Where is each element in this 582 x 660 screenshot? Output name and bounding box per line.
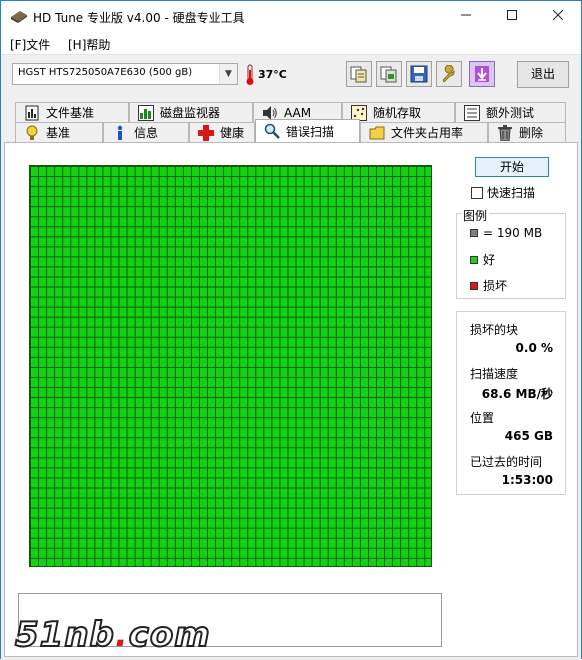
drive-select[interactable]: HGST HTS725050A7E630 (500 gB) ▼ — [12, 63, 238, 85]
wrench-icon — [442, 65, 455, 83]
copy-text-button[interactable] — [346, 61, 372, 87]
arrow-down-icon — [475, 66, 489, 82]
minimize-icon — [461, 14, 471, 16]
tab-erase[interactable]: 删除 — [488, 122, 566, 142]
tab-disk-monitor[interactable]: 磁盘监视器 — [129, 102, 253, 122]
tab-label: 删除 — [519, 126, 544, 140]
elapsed-time-value: 1:53:00 — [501, 473, 553, 487]
options-button[interactable] — [436, 61, 462, 87]
temperature-readout: 37°C — [258, 68, 287, 81]
scan-speed-value: 68.6 MB/秒 — [481, 387, 553, 401]
legend-bad: 损坏 — [470, 277, 507, 294]
position-value: 465 GB — [504, 429, 553, 443]
menu-help[interactable]: [H]帮助 — [68, 36, 110, 53]
tab-label: 额外测试 — [486, 106, 535, 120]
tab-benchmark[interactable]: 基准 — [15, 122, 103, 142]
damaged-blocks-label: 损坏的块 — [470, 323, 519, 337]
copy-image-icon — [380, 66, 397, 83]
block-swatch — [470, 229, 478, 237]
tab-label: 信息 — [134, 126, 159, 140]
title-bar: HD Tune 专业版 v4.00 - 硬盘专业工具 — [1, 1, 581, 32]
tab-error-scan[interactable]: 错误扫描 — [255, 119, 360, 142]
health-icon — [198, 124, 214, 141]
window-title: HD Tune 专业版 v4.00 - 硬盘专业工具 — [33, 11, 245, 25]
maximize-icon — [507, 10, 517, 20]
tab-extra-tests[interactable]: 额外测试 — [455, 102, 566, 122]
site-watermark: 51nb.com — [14, 614, 211, 656]
good-swatch — [470, 255, 478, 264]
folder-usage-icon — [369, 125, 385, 141]
error-scan-icon — [264, 123, 280, 139]
info-icon — [112, 125, 128, 141]
legend-title: 图例 — [461, 207, 490, 224]
tab-label: 健康 — [220, 126, 245, 140]
error-scan-panel: 开始 快速扫描 图例 = 190 MB 好 损坏 损坏的块 0.0 % 扫描速度… — [4, 142, 578, 657]
menu-file[interactable]: [F]文件 — [10, 36, 50, 53]
tab-label: 文件基准 — [46, 106, 95, 120]
chevron-down-icon: ▼ — [219, 64, 237, 84]
legend-good: 好 — [470, 251, 495, 268]
tab-label: 磁盘监视器 — [160, 106, 221, 120]
quick-scan-option[interactable]: 快速扫描 — [471, 184, 535, 201]
toolbar: HGST HTS725050A7E630 (500 gB) ▼ 37°C 退出 — [1, 54, 581, 94]
benchmark-icon — [24, 125, 40, 141]
tab-health[interactable]: 健康 — [189, 122, 255, 142]
elapsed-time-label: 已过去的时间 — [470, 455, 543, 469]
scan-block-map — [29, 165, 432, 567]
position-label: 位置 — [470, 411, 495, 425]
trash-icon — [497, 124, 513, 141]
scan-speed-label: 扫描速度 — [470, 367, 519, 381]
tab-area: 文件基准 磁盘监视器 AAM 随机存取 额外测试 基准 信息 健康 错误扫描 文… — [1, 94, 581, 660]
damaged-blocks-value: 0.0 % — [515, 341, 553, 355]
download-button[interactable] — [469, 61, 495, 87]
tab-folder-usage[interactable]: 文件夹占用率 — [360, 122, 488, 142]
tab-label: 错误扫描 — [286, 124, 335, 139]
app-icon — [11, 11, 27, 23]
save-icon — [410, 65, 428, 83]
disk-monitor-icon — [138, 104, 154, 121]
thermometer-icon — [246, 64, 254, 85]
minimize-button[interactable] — [443, 1, 489, 32]
close-button[interactable] — [535, 1, 581, 32]
close-icon — [552, 9, 564, 21]
file-benchmark-icon — [24, 105, 40, 121]
watermark-suffix: com — [128, 614, 211, 656]
tab-file-benchmark[interactable]: 文件基准 — [15, 102, 129, 122]
watermark-text: 51nb — [14, 614, 115, 656]
bad-swatch — [470, 281, 478, 290]
quick-scan-label: 快速扫描 — [487, 186, 536, 200]
start-button[interactable]: 开始 — [475, 157, 549, 177]
save-button[interactable] — [406, 61, 432, 87]
tab-label: 随机存取 — [373, 106, 422, 120]
tab-info[interactable]: 信息 — [103, 122, 189, 142]
tab-label: AAM — [284, 105, 312, 120]
copy-screenshot-button[interactable] — [376, 61, 402, 87]
good-label: 好 — [483, 253, 496, 267]
quick-scan-checkbox[interactable] — [471, 186, 483, 199]
exit-button[interactable]: 退出 — [517, 61, 569, 88]
bad-label: 损坏 — [483, 279, 508, 293]
drive-select-value: HGST HTS725050A7E630 (500 gB) — [18, 67, 193, 78]
watermark-dot: . — [114, 615, 129, 655]
block-size-label: = 190 MB — [483, 226, 543, 240]
copy-icon — [350, 66, 367, 83]
legend-block-size: = 190 MB — [470, 226, 542, 240]
tab-label: 基准 — [46, 126, 71, 140]
tab-label: 文件夹占用率 — [391, 126, 464, 140]
menu-bar: [F]文件 [H]帮助 — [1, 33, 581, 54]
maximize-button[interactable] — [489, 1, 535, 32]
main-window: HD Tune 专业版 v4.00 - 硬盘专业工具 [F]文件 [H]帮助 H… — [0, 0, 582, 660]
extra-tests-icon — [464, 104, 480, 121]
